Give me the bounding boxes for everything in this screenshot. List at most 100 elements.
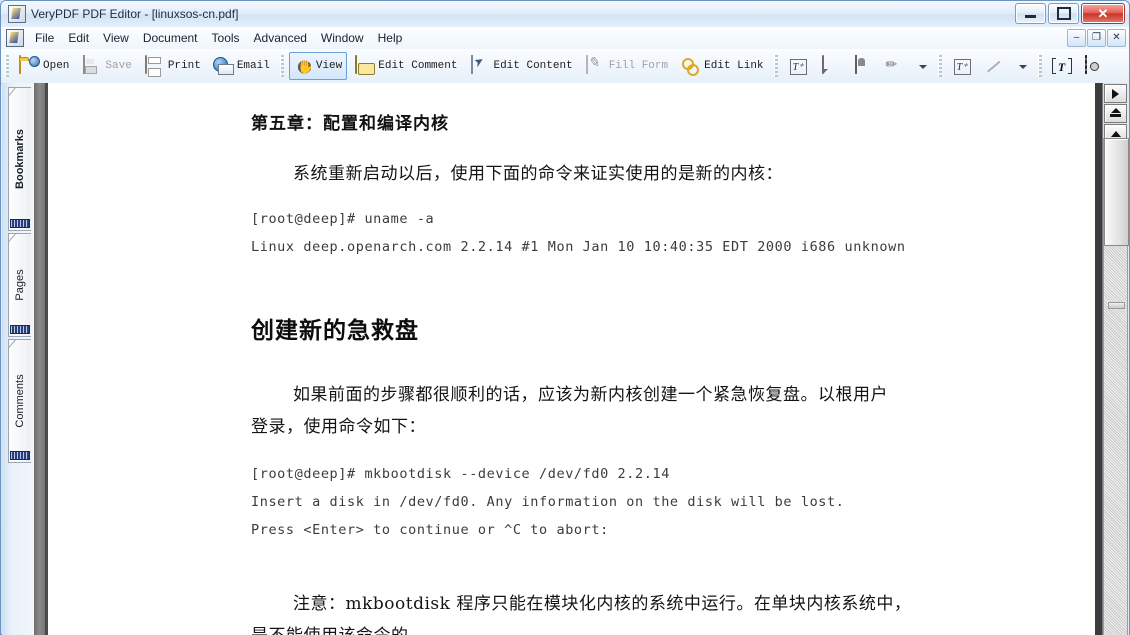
sidebar-tab-comments-label: Comments (14, 374, 26, 428)
line-tool-icon (984, 56, 1004, 76)
document-icon (6, 29, 24, 47)
next-page-button[interactable] (1104, 84, 1127, 103)
text-box-add-icon-2: T⁺ (952, 56, 972, 76)
minimize-icon (1025, 15, 1036, 18)
body-paragraph-line-1: 如果前面的步骤都很顺利的话，应该为新内核创建一个紧急恢复盘。以根用户 (293, 385, 888, 405)
vertical-scrollbar[interactable] (1103, 138, 1129, 635)
annotation-dropdown-button[interactable] (911, 52, 933, 80)
mdi-minimize-button[interactable]: – (1067, 29, 1086, 47)
open-button[interactable]: Open (14, 52, 74, 80)
drawing-dropdown-button[interactable] (1011, 52, 1033, 80)
email-label: Email (236, 60, 270, 72)
mdi-close-button[interactable]: ✕ (1107, 29, 1126, 47)
maximize-button[interactable] (1048, 3, 1079, 24)
intro-paragraph: 系统重新启动以后，使用下面的命令来证实使用的是新的内核： (293, 164, 783, 184)
code-line-5: Press <Enter> to continue or ^C to abort… (251, 522, 609, 538)
sticky-note-icon (820, 55, 840, 76)
printer-icon (144, 55, 164, 76)
menu-item-edit[interactable]: Edit (61, 29, 96, 47)
text-select-button[interactable]: T (1047, 52, 1077, 80)
sidebar-tab-pages[interactable]: Pages (8, 233, 31, 337)
chain-link-icon (680, 56, 700, 76)
menu-item-tools[interactable]: Tools (205, 29, 247, 47)
sidebar-tab-pages-label: Pages (14, 269, 26, 301)
main-toolbar: Open Save Print Email View Edit Comment … (1, 49, 1129, 84)
window-title: VeryPDF PDF Editor - [linuxsos-cn.pdf] (31, 7, 239, 21)
view-label: View (315, 60, 343, 72)
minimize-button[interactable] (1015, 3, 1046, 24)
close-button[interactable]: ✕ (1081, 3, 1125, 24)
mdi-restore-button[interactable]: ❐ (1087, 29, 1106, 47)
menu-bar: File Edit View Document Tools Advanced W… (1, 27, 1129, 50)
code-line-4: Insert a disk in /dev/fd0. Any informati… (251, 494, 845, 510)
code-line-1: [root@deep]# uname -a (251, 211, 435, 227)
add-text-box-button-2[interactable]: T⁺ (947, 52, 977, 80)
menu-item-file[interactable]: File (28, 29, 61, 47)
bookmarks-tab-handle[interactable] (10, 219, 30, 228)
pdf-page[interactable]: 第五章：配置和编译内核 系统重新启动以后，使用下面的命令来证实使用的是新的内核：… (48, 83, 1095, 635)
print-label: Print (167, 60, 201, 72)
body-paragraph-line-2: 登录，使用命令如下： (251, 417, 426, 437)
app-icon (8, 5, 26, 23)
previous-page-arrow-icon (1110, 130, 1121, 137)
note-paragraph-line-2: 是不能使用该命令的。 (251, 621, 426, 635)
menu-item-window[interactable]: Window (314, 29, 371, 47)
email-globe-icon (212, 56, 234, 76)
pdf-page-content: 第五章：配置和编译内核 系统重新启动以后，使用下面的命令来证实使用的是新的内核：… (48, 83, 1095, 635)
add-text-box-button[interactable]: T⁺ (783, 52, 813, 80)
first-page-arrow-icon (1109, 108, 1122, 119)
toolbar-grip-2[interactable] (279, 55, 284, 77)
menu-item-advanced[interactable]: Advanced (247, 29, 314, 47)
pencil-button[interactable] (879, 52, 909, 80)
snapshot-button[interactable] (1079, 52, 1109, 80)
next-page-arrow-icon (1112, 88, 1119, 99)
page-navigation-buttons (1104, 84, 1127, 144)
first-page-button[interactable] (1104, 104, 1127, 123)
edit-comment-button[interactable]: Edit Comment (349, 52, 462, 80)
text-select-icon: T (1052, 56, 1072, 76)
sticky-note-button[interactable] (815, 52, 845, 80)
toolbar-grip[interactable] (5, 55, 9, 77)
edit-content-button[interactable]: Edit Content (464, 52, 577, 80)
email-button[interactable]: Email (208, 52, 275, 80)
comment-icon (354, 55, 374, 76)
toolbar-grip-3[interactable] (773, 55, 778, 77)
menu-item-help[interactable]: Help (371, 29, 410, 47)
edit-link-label: Edit Link (704, 60, 764, 72)
chapter-heading: 第五章：配置和编译内核 (251, 114, 449, 134)
sidebar-tab-bookmarks[interactable]: Bookmarks (8, 87, 31, 231)
sidebar-tab-bookmarks-label: Bookmarks (14, 129, 26, 189)
section-heading: 创建新的急救盘 (251, 318, 419, 344)
scrollbar-split-handle[interactable] (1108, 302, 1125, 309)
menu-item-document[interactable]: Document (136, 29, 205, 47)
line-tool-button[interactable] (979, 52, 1009, 80)
note-paragraph-line-1: 注意：mkbootdisk 程序只能在模块化内核的系统中运行。在单块内核系统中， (293, 594, 912, 614)
menu-item-view[interactable]: View (96, 29, 136, 47)
form-pencil-icon (585, 55, 605, 76)
edit-comment-label: Edit Comment (378, 60, 458, 72)
right-scroll-pane (1095, 83, 1129, 635)
edit-content-label: Edit Content (493, 60, 573, 72)
view-tool-button[interactable]: View (288, 52, 348, 80)
save-label: Save (105, 60, 132, 72)
fill-form-button[interactable]: Fill Form (580, 52, 673, 80)
open-folder-icon (19, 55, 39, 76)
sidebar-tab-comments[interactable]: Comments (8, 339, 31, 463)
toolbar-grip-4[interactable] (937, 55, 942, 77)
mdi-window-controls: – ❐ ✕ (1067, 29, 1126, 47)
navigation-pane-tabs: Bookmarks Pages Comments (2, 83, 35, 635)
close-icon: ✕ (1097, 5, 1109, 21)
toolbar-grip-5[interactable] (1037, 55, 1042, 77)
pages-tab-handle[interactable] (10, 325, 30, 334)
edit-link-button[interactable]: Edit Link (675, 52, 768, 80)
select-arrow-icon (469, 55, 489, 76)
comments-tab-handle[interactable] (10, 451, 30, 460)
pencil-icon (884, 56, 904, 76)
snapshot-icon (1084, 55, 1104, 76)
floppy-disk-icon (81, 55, 101, 76)
scrollbar-thumb[interactable] (1104, 138, 1129, 246)
print-button[interactable]: Print (139, 52, 206, 80)
save-button[interactable]: Save (76, 52, 136, 80)
application-window: VeryPDF PDF Editor - [linuxsos-cn.pdf] ✕… (0, 0, 1130, 635)
stamp-button[interactable] (847, 52, 877, 80)
